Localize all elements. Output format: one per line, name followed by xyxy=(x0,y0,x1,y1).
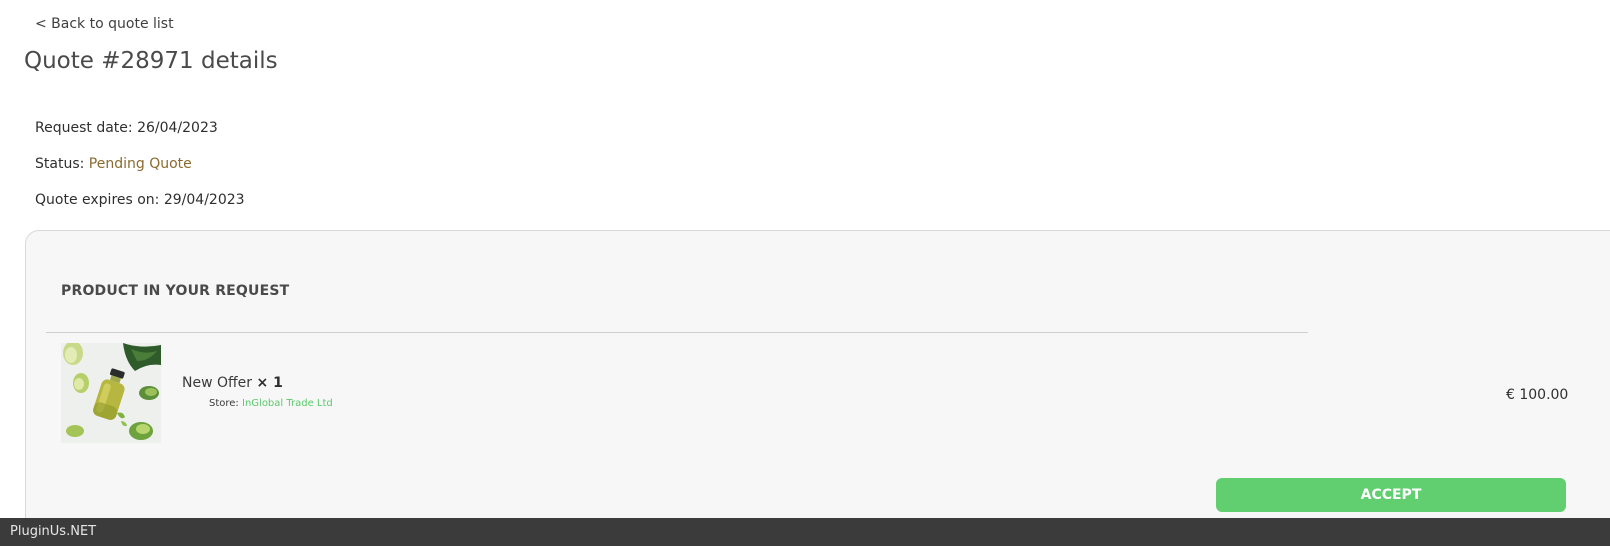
status-label: Status: xyxy=(35,156,85,172)
store-row: Store: InGlobal Trade Ltd xyxy=(209,398,333,409)
product-quantity: × 1 xyxy=(256,375,283,391)
store-label: Store: xyxy=(209,398,239,409)
page-title: Quote #28971 details xyxy=(24,48,278,74)
status-value: Pending Quote xyxy=(88,156,192,172)
product-section-heading: PRODUCT IN YOUR REQUEST xyxy=(61,283,290,299)
request-date-value: 26/04/2023 xyxy=(137,120,218,136)
request-date-label: Request date: xyxy=(35,120,133,136)
product-name-link[interactable]: New Offer × 1 xyxy=(182,375,283,391)
accept-button[interactable]: ACCEPT xyxy=(1216,478,1566,512)
status-row: Status: Pending Quote xyxy=(35,156,192,172)
product-image[interactable] xyxy=(61,343,161,443)
footer-brand: PluginUs.NET xyxy=(10,524,97,539)
expires-row: Quote expires on: 29/04/2023 xyxy=(35,192,245,208)
back-to-quote-list-link[interactable]: < Back to quote list xyxy=(35,16,174,32)
product-name: New Offer xyxy=(182,375,253,391)
product-price: € 100.00 xyxy=(1506,387,1569,403)
request-date-row: Request date: 26/04/2023 xyxy=(35,120,218,136)
juice-bottle-image xyxy=(61,343,161,443)
store-name-link[interactable]: InGlobal Trade Ltd xyxy=(242,398,333,409)
product-request-panel: PRODUCT IN YOUR REQUEST New Offer × 1 St… xyxy=(25,230,1610,546)
expires-label: Quote expires on: xyxy=(35,192,160,208)
footer-bar: PluginUs.NET xyxy=(0,518,1610,546)
section-divider xyxy=(46,332,1308,333)
expires-value: 29/04/2023 xyxy=(163,192,245,208)
